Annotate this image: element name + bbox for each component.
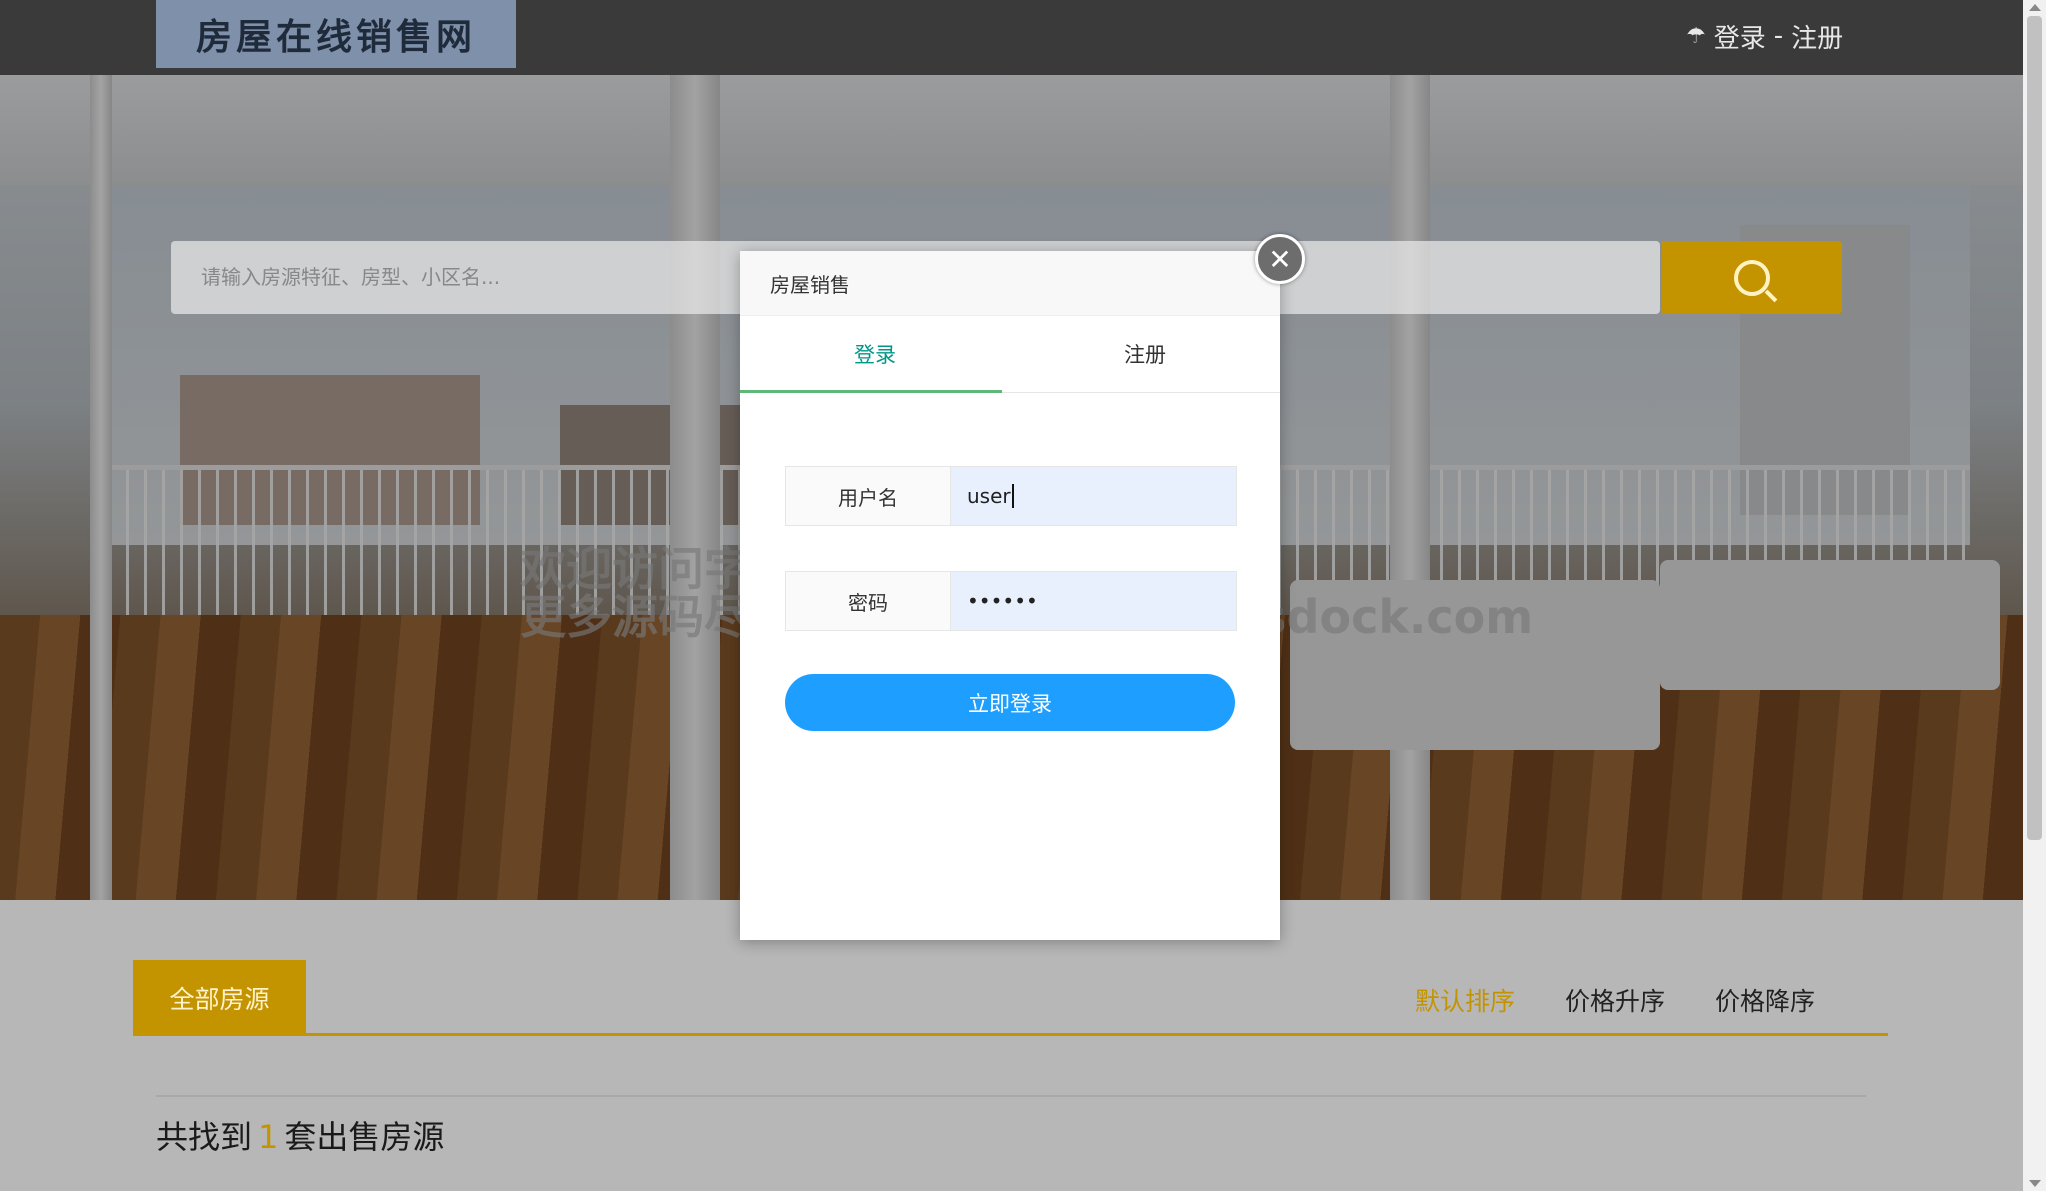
auth-separator: - <box>1773 21 1784 51</box>
scrollbar-thumb[interactable] <box>2027 16 2042 840</box>
text-caret <box>1011 484 1014 508</box>
auth-links: ☂ 登录 - 注册 <box>1686 16 1843 56</box>
sort-price-asc[interactable]: 价格升序 <box>1565 982 1665 1018</box>
scroll-down-icon[interactable] <box>2029 1180 2041 1187</box>
divider <box>156 1095 1866 1097</box>
login-link[interactable]: 登录 <box>1714 18 1766 55</box>
search-icon <box>1734 259 1770 296</box>
sort-default[interactable]: 默认排序 <box>1415 982 1515 1018</box>
listing-section: 全部房源 默认排序 价格升序 价格降序 共找到 1 套出售房源 <box>0 900 2023 1191</box>
dialog-title: 房屋销售 <box>740 251 1280 316</box>
dialog-tabs: 登录 注册 <box>740 316 1280 393</box>
username-input[interactable]: user <box>951 467 1236 525</box>
top-header: 房屋在线销售网 ☂ 登录 - 注册 <box>0 0 2023 75</box>
tab-underline <box>133 1033 1888 1036</box>
site-logo[interactable]: 房屋在线销售网 <box>156 0 516 68</box>
close-icon[interactable]: ✕ <box>1255 234 1305 284</box>
password-row: 密码 •••••• <box>785 571 1237 631</box>
tab-register[interactable]: 注册 <box>1010 316 1280 392</box>
password-input[interactable]: •••••• <box>951 572 1236 630</box>
password-label: 密码 <box>786 572 951 630</box>
user-icon: ☂ <box>1686 23 1706 49</box>
active-tab-indicator <box>740 390 1002 393</box>
login-dialog: 房屋销售 登录 注册 用户名 user 密码 •••••• 立即登录 <box>740 251 1280 940</box>
login-submit-button[interactable]: 立即登录 <box>785 674 1235 731</box>
result-count: 1 <box>258 1118 279 1156</box>
tab-all-listings[interactable]: 全部房源 <box>133 960 306 1035</box>
register-link[interactable]: 注册 <box>1791 18 1843 55</box>
scroll-up-icon[interactable] <box>2029 4 2041 11</box>
username-label: 用户名 <box>786 467 951 525</box>
page: 房屋在线销售网 ☂ 登录 - 注册 请输入房源特征、房型、小区名... 全部房源… <box>0 0 2046 1191</box>
search-button[interactable] <box>1662 241 1842 314</box>
page-scrollbar[interactable] <box>2023 0 2046 1191</box>
tab-login[interactable]: 登录 <box>740 316 1010 392</box>
sort-price-desc[interactable]: 价格降序 <box>1715 982 1815 1018</box>
result-summary: 共找到 1 套出售房源 <box>156 1118 445 1156</box>
username-row: 用户名 user <box>785 466 1237 526</box>
search-placeholder: 请输入房源特征、房型、小区名... <box>201 265 501 289</box>
